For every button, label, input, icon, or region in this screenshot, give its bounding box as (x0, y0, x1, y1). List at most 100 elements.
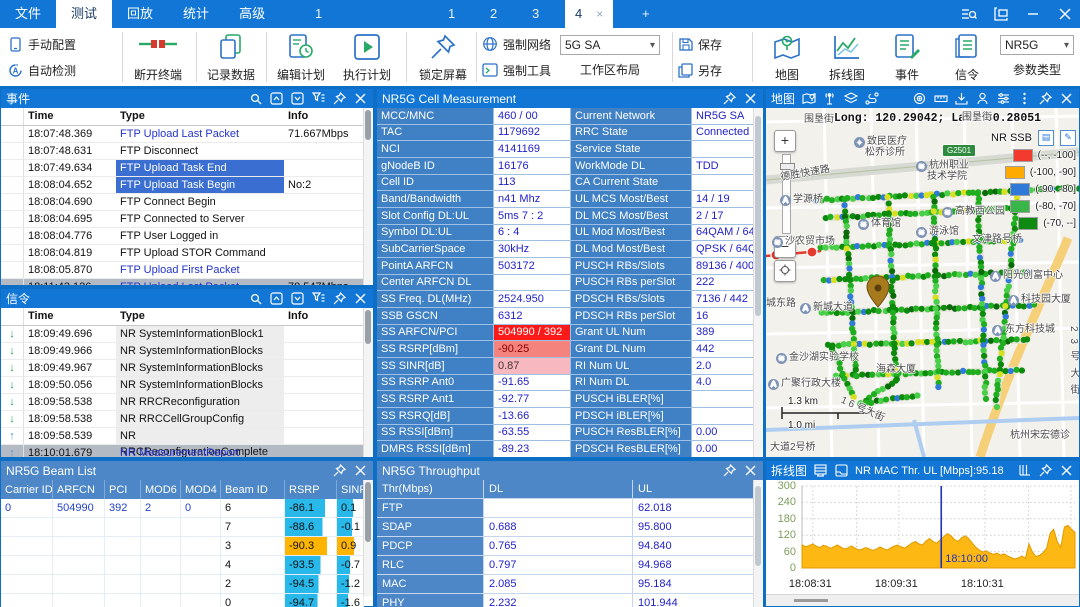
signaling-row[interactable]: ↓18:09:49.966NR SystemInformationBlocks (1, 343, 373, 360)
beam-column-header[interactable]: RSRP (285, 480, 337, 499)
signaling-row[interactable]: ↓18:09:49.967NR SystemInformationBlocks (1, 360, 373, 377)
disconnect-button[interactable]: 断开终端 (126, 31, 190, 83)
cell-measurement-table[interactable]: MCC/MNC460 / 00Current NetworkNR5G SATAC… (377, 108, 763, 457)
throughput-table[interactable]: Thr(Mbps)DLULFTP62.018SDAP0.68895.800PDC… (377, 480, 763, 607)
find-in-list-icon[interactable] (960, 5, 978, 23)
pin-icon[interactable] (722, 91, 737, 106)
beam-vscrollbar[interactable] (363, 480, 373, 596)
menu-statistics[interactable]: 统计 (168, 0, 224, 28)
edit-plan-button[interactable]: 编辑计划 (272, 31, 330, 83)
close-panel-icon[interactable] (1059, 463, 1074, 478)
beam-column-header[interactable]: Beam ID (221, 480, 285, 499)
close-panel-icon[interactable] (1059, 91, 1074, 106)
pin-icon[interactable] (332, 291, 347, 306)
beam-column-header[interactable]: ARFCN (53, 480, 105, 499)
tab-3[interactable]: 3 (532, 0, 539, 28)
event-row[interactable]: 18:08:04.776FTP User Logged in (1, 228, 373, 245)
throughput-column-header[interactable]: UL (633, 480, 754, 498)
pin-icon[interactable] (332, 91, 347, 106)
run-plan-button[interactable]: 执行计划 (338, 31, 396, 83)
line-chart-view-button[interactable]: 拆线图 (818, 31, 876, 83)
auto-detect-button[interactable]: A 自动检测 (8, 58, 76, 82)
signaling-row[interactable]: ↓18:09:49.696NR SystemInformationBlock1 (1, 326, 373, 343)
layers-icon[interactable] (843, 91, 858, 106)
minimize-icon[interactable] (1024, 5, 1042, 23)
tp-scrollbar[interactable] (753, 480, 763, 607)
save-as-button[interactable]: 另存 (678, 58, 722, 82)
chart-table-icon[interactable] (813, 463, 828, 478)
signaling-row[interactable]: ↑18:10:01.679NR MeasurementReport (1, 445, 373, 457)
beam-list-table[interactable]: Carrier IDARFCNPCIMOD6MOD4Beam IDRSRPSIN… (1, 480, 364, 607)
prev-event-icon[interactable] (269, 91, 284, 106)
search-icon[interactable] (248, 291, 263, 306)
pin-icon[interactable] (332, 463, 347, 478)
signaling-row[interactable]: ↑18:09:58.539NR RRCReconfigurationComple… (1, 428, 373, 445)
antenna-icon[interactable] (822, 91, 837, 106)
zoom-in-button[interactable]: + (774, 130, 796, 152)
event-row[interactable]: 18:08:04.695FTP Connected to Server (1, 211, 373, 228)
signaling-column-header[interactable]: TimeTypeInfo (1, 308, 373, 326)
manual-config-button[interactable]: 手动配置 (8, 32, 76, 56)
chart-axes-icon[interactable] (1017, 463, 1032, 478)
next-event-icon[interactable] (290, 91, 305, 106)
tab-close-icon[interactable]: × (596, 7, 603, 21)
next-message-icon[interactable] (290, 291, 305, 306)
signaling-view-button[interactable]: 信令 (938, 31, 996, 83)
record-data-button[interactable]: 记录数据 (202, 31, 260, 83)
workspace-layout-button[interactable]: 工作区布局 (560, 61, 660, 78)
signaling-table[interactable]: TimeTypeInfo ↓18:09:49.696NR SystemInfor… (1, 308, 373, 457)
signaling-row[interactable]: ↓18:09:50.056NR SystemInformationBlocks (1, 377, 373, 394)
legend-edit-icon[interactable]: ✎ (1060, 130, 1076, 146)
event-row[interactable]: 18:11:43.126FTP Upload Last Packet78.547… (1, 279, 373, 285)
map-view-button[interactable]: 地图 (758, 31, 816, 83)
search-icon[interactable] (248, 91, 263, 106)
close-panel-icon[interactable] (353, 291, 368, 306)
close-window-icon[interactable] (1056, 5, 1074, 23)
prev-message-icon[interactable] (269, 291, 284, 306)
pin-icon[interactable] (722, 463, 737, 478)
location-icon[interactable] (975, 91, 990, 106)
throughput-column-header[interactable]: Thr(Mbps) (377, 480, 483, 498)
menu-test[interactable]: 测试 (56, 0, 112, 28)
menu-file[interactable]: 文件 (0, 0, 56, 28)
center-target-icon[interactable] (912, 91, 927, 106)
close-panel-icon[interactable] (743, 463, 758, 478)
event-row[interactable]: 18:08:05.870FTP Upload First Packet (1, 262, 373, 279)
param-type-select[interactable]: NR5G▾ (1000, 35, 1074, 55)
events-view-button[interactable]: 事件 (878, 31, 936, 83)
beam-column-header[interactable]: MOD4 (181, 480, 221, 499)
beam-column-header[interactable]: MOD6 (141, 480, 181, 499)
pin-icon[interactable] (1038, 91, 1053, 106)
snip-icon[interactable] (992, 5, 1010, 23)
network-select[interactable]: 5G SA▾ (560, 35, 660, 55)
chart-export-icon[interactable] (834, 463, 849, 478)
cm-scrollbar[interactable] (753, 108, 763, 457)
tab-4-active[interactable]: 4× (565, 0, 613, 28)
throughput-column-header[interactable]: DL (484, 480, 632, 498)
menu-advanced[interactable]: 高级 (224, 0, 280, 28)
tab-2[interactable]: 2 (490, 0, 497, 28)
event-row[interactable]: 18:07:48.369FTP Upload Last Packet71.667… (1, 126, 373, 143)
pin-icon[interactable] (1038, 463, 1053, 478)
force-tool-button[interactable]: 强制工具 (482, 58, 551, 82)
chart-scrollbar[interactable] (766, 594, 1079, 606)
event-row[interactable]: 18:08:04.690FTP Connect Begin (1, 194, 373, 211)
lock-screen-button[interactable]: 锁定屏幕 (414, 31, 472, 83)
filter-icon[interactable] (311, 291, 326, 306)
map-export-icon[interactable] (801, 91, 816, 106)
locate-button[interactable] (774, 260, 796, 282)
close-panel-icon[interactable] (353, 463, 368, 478)
force-network-button[interactable]: 强制网络 (482, 32, 551, 56)
event-row[interactable]: 18:08:04.652FTP Upload Task BeginNo:2 (1, 177, 373, 194)
events-table[interactable]: TimeTypeInfo 18:07:48.369FTP Upload Last… (1, 108, 373, 285)
events-scrollbar[interactable] (363, 108, 373, 285)
beam-column-header[interactable]: Carrier ID (1, 480, 53, 499)
save-button[interactable]: 保存 (678, 32, 722, 56)
beam-column-header[interactable]: PCI (105, 480, 141, 499)
tab-1[interactable]: 1 (448, 0, 455, 28)
signaling-row[interactable]: ↓18:09:58.538NR RRCCellGroupConfig (1, 411, 373, 428)
signaling-scrollbar[interactable] (363, 308, 373, 457)
close-panel-icon[interactable] (353, 91, 368, 106)
route-icon[interactable] (864, 91, 879, 106)
map-canvas[interactable]: Long: 120.29042; Lat: 30.28051 G2501 NR … (766, 108, 1079, 457)
